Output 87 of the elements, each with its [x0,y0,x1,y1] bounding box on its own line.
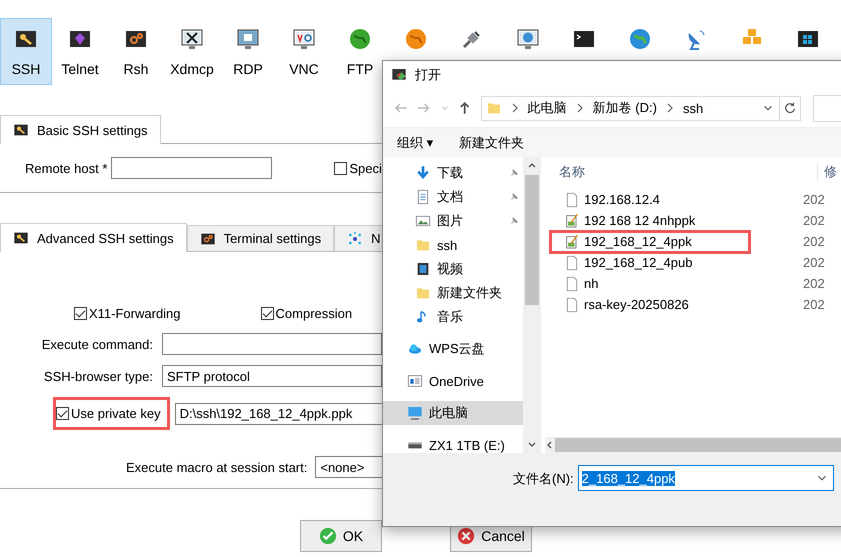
file-icon [564,192,580,208]
file-icon [564,276,580,292]
file-item[interactable]: rsa-key-20250826 [549,292,751,316]
nav-item[interactable]: 音乐 [383,305,523,329]
scrollbar-thumb[interactable] [525,175,539,305]
network-icon [347,230,364,246]
document-icon [415,189,431,205]
toolbar-button[interactable]: SSH [0,18,52,85]
nav-item[interactable]: 文档 [383,185,523,209]
nav-item[interactable]: 新建文件夹 [383,281,523,305]
globe-icon [628,27,652,51]
file-date: 202 [803,297,825,312]
file-item[interactable]: 192 168 12 4nhppk [549,208,751,232]
notepad-file-icon [564,212,580,228]
globe-icon [348,27,372,51]
ssh-browser-type-dropdown[interactable]: SFTP protocol [162,365,382,387]
chevron-right-icon [666,103,673,113]
monitor-icon [292,27,316,51]
nav-item[interactable]: 此电脑 [383,401,523,425]
file-date: 202 [803,276,825,291]
file-date: 202 [803,192,825,207]
file-item[interactable]: 192.168.12.4 [549,188,751,212]
basic-ssh-settings-tab[interactable]: Basic SSH settings [0,115,161,144]
compression-checkbox[interactable]: Compression [260,306,352,321]
file-date: 202 [803,234,825,249]
file-icon [564,296,580,312]
settings-tab[interactable]: Advanced SSH settings [0,223,187,252]
path-segment[interactable]: ssh [682,100,704,116]
globe-icon [404,27,428,51]
refresh-button[interactable] [779,96,801,120]
picture-icon [415,213,431,229]
toolbar-button[interactable]: RDP [220,18,276,85]
column-header[interactable]: 修 [817,163,837,181]
check-icon [318,527,337,545]
address-bar[interactable]: 此电脑 新加卷 (D:) ssh [480,96,780,120]
chevron-right-icon [576,103,583,113]
search-field[interactable] [812,94,841,122]
scrollbar-thumb[interactable] [555,438,841,452]
computer-icon [407,405,423,421]
remote-host-field[interactable] [111,157,272,179]
toolbar-button[interactable]: Telnet [52,18,108,85]
execute-command-label: Execute command: [40,336,154,352]
execute-command-field[interactable] [162,333,382,355]
path-segment[interactable]: 此电脑 [528,99,567,117]
file-date: 202 [803,213,825,228]
gears-icon [200,230,216,246]
key-icon [13,230,29,246]
filename-field[interactable]: 2_168_12_4ppk [578,465,834,491]
toolbar-command[interactable]: 组织 ▾ [391,130,440,156]
nav-item[interactable]: WPS云盘 [383,337,523,361]
film-icon [415,261,431,277]
remote-host-label: Remote host * [25,160,108,176]
x-monitor-icon [180,27,204,51]
filename-label: 文件名(N): [513,470,574,488]
chevron-right-icon [512,103,518,113]
app-icon [391,67,407,83]
file-item[interactable]: 192_168_12_4ppk [549,230,751,254]
column-header[interactable]: 名称 [559,163,585,181]
settings-tab[interactable]: Terminal settings [186,225,334,251]
key-icon [13,122,29,138]
toolbar-button[interactable]: Xdmcp [164,18,220,85]
toolbar-command[interactable]: 新建文件夹 [453,130,530,156]
file-item[interactable]: nh [549,272,751,296]
monitor-globe-icon [516,27,540,51]
refresh-icon [783,101,797,115]
file-item[interactable]: 192_168_12_4pub [549,250,751,274]
nav-item[interactable]: OneDrive [383,369,523,393]
toolbar-button[interactable]: Rsh [108,18,164,85]
toolbar-button[interactable]: VNC [276,18,332,85]
file-date: 202 [803,255,825,270]
path-segment[interactable]: 新加卷 (D:) [592,99,657,117]
dialog-title: 打开 [415,66,441,84]
specify-checkbox[interactable]: Speci [334,160,382,176]
cross-icon [457,527,476,545]
nav-item[interactable]: 视频 [383,257,523,281]
toolbar-button[interactable]: FTP [332,18,388,85]
download-arrow-icon [415,165,431,181]
nav-item[interactable]: 下载 [383,161,523,185]
notepad-file-icon [564,234,580,250]
ok-button[interactable]: OK [300,520,382,552]
nav-item[interactable]: ZX1 1TB (E:) [383,433,523,453]
execute-macro-label: Execute macro at session start: [126,460,308,474]
monitor-icon [236,27,260,51]
file-icon [564,254,580,270]
window-icon [407,373,423,389]
x11-forwarding-checkbox[interactable]: X11-Forwarding [74,306,181,321]
ssh-browser-type-label: SSH-browser type: [42,368,154,384]
